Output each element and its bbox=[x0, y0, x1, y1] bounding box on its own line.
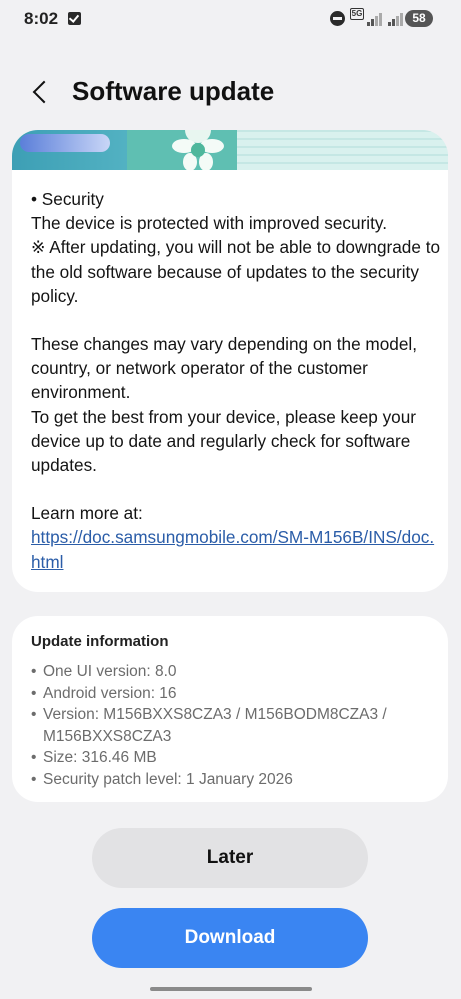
list-item: Version: M156BXXS8CZA3 / M156BODM8CZA3 /… bbox=[31, 704, 431, 747]
learn-more-link[interactable]: https://doc.samsungmobile.com/SM-M156B/I… bbox=[31, 525, 441, 573]
security-heading: • Security bbox=[31, 189, 104, 209]
signal-icon bbox=[367, 12, 383, 26]
update-info-list: One UI version: 8.0 Android version: 16 … bbox=[31, 661, 431, 790]
update-info-title: Update information bbox=[31, 633, 169, 650]
release-notes-card[interactable]: • Security The device is protected with … bbox=[12, 130, 448, 592]
status-bar: 8:02 5G 58 bbox=[0, 0, 461, 38]
learn-more-label: Learn more at: bbox=[31, 503, 143, 524]
home-indicator[interactable] bbox=[150, 987, 312, 991]
best-practice-note: To get the best from your device, please… bbox=[31, 406, 417, 476]
later-button[interactable]: Later bbox=[92, 828, 368, 888]
list-item: One UI version: 8.0 bbox=[31, 661, 431, 683]
software-update-screen: 8:02 5G 58 Software update • Security Th… bbox=[0, 0, 461, 999]
security-note: ※ After updating, you will not be able t… bbox=[31, 237, 441, 306]
download-button[interactable]: Download bbox=[92, 908, 368, 968]
release-notes-text: • Security The device is protected with … bbox=[31, 187, 441, 574]
security-line: The device is protected with improved se… bbox=[31, 213, 387, 234]
changes-note: These changes may vary depending on the … bbox=[31, 334, 418, 403]
back-arrow-icon[interactable] bbox=[26, 78, 56, 108]
check-box-icon bbox=[68, 12, 81, 25]
flower-icon bbox=[172, 130, 224, 170]
list-item: Size: 316.46 MB bbox=[31, 747, 431, 769]
list-item: Security patch level: 1 January 2026 bbox=[31, 769, 431, 791]
update-info-card: Update information One UI version: 8.0 A… bbox=[12, 616, 448, 802]
update-banner-image bbox=[12, 130, 448, 170]
page-title: Software update bbox=[72, 76, 275, 106]
status-time: 8:02 bbox=[24, 9, 59, 28]
network-type-badge: 5G bbox=[350, 8, 364, 20]
battery-icon: 58 bbox=[405, 10, 433, 27]
do-not-disturb-icon bbox=[330, 11, 345, 26]
list-item: Android version: 16 bbox=[31, 683, 431, 705]
signal-icon bbox=[388, 12, 404, 26]
